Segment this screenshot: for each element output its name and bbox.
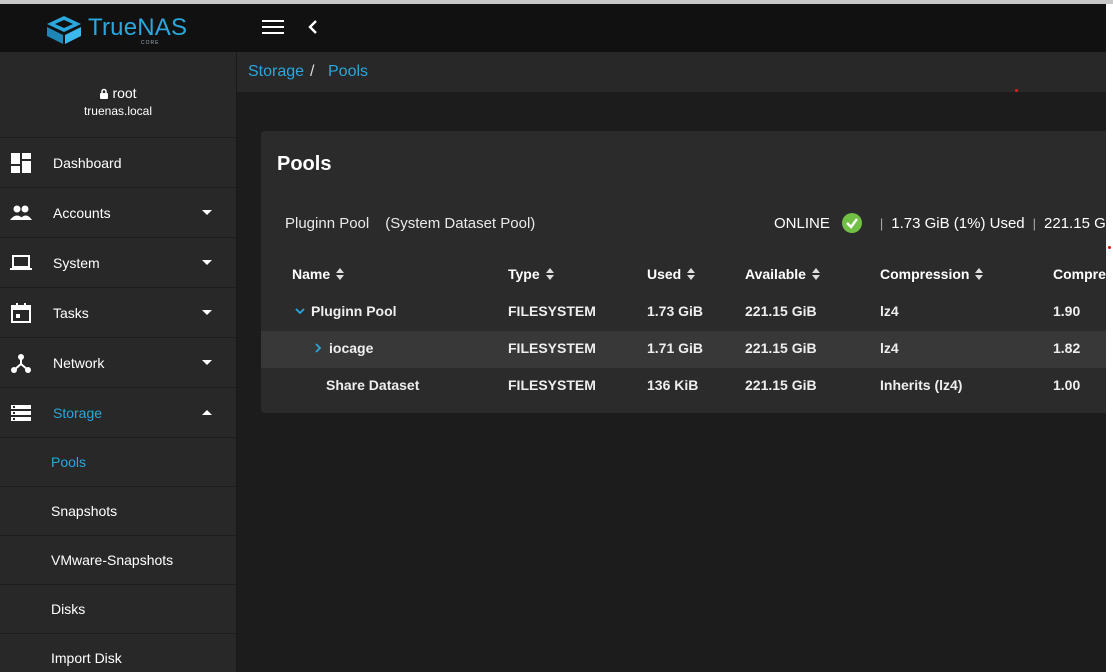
pool-used: 1.73 GiB (1%) Used bbox=[891, 214, 1025, 232]
pool-free: 221.15 GiB F bbox=[1044, 214, 1106, 232]
chevron-right-icon[interactable] bbox=[313, 343, 323, 353]
sidebar: root truenas.local Dashboard Accounts Sy… bbox=[0, 52, 237, 672]
row-used-cell: 1.73 GiB bbox=[647, 303, 704, 319]
calendar-icon bbox=[11, 303, 31, 323]
sidebar-subitem-disks[interactable]: Disks bbox=[0, 585, 236, 634]
status-badge: ONLINE bbox=[774, 214, 830, 232]
row-name-cell: iocage bbox=[313, 340, 373, 356]
table-header: Name Type Used Available Compression Com… bbox=[285, 257, 1106, 294]
sidebar-item-label: Accounts bbox=[53, 204, 111, 221]
sidebar-subitem-import-disk[interactable]: Import Disk bbox=[0, 634, 236, 672]
sort-icon[interactable] bbox=[336, 268, 346, 280]
truenas-logo-icon bbox=[47, 16, 81, 44]
row-name-cell: Pluginn Pool bbox=[295, 303, 397, 319]
col-available-header[interactable]: Available bbox=[745, 266, 822, 282]
row-used-cell: 1.71 GiB bbox=[647, 340, 704, 356]
breadcrumb-storage-link[interactable]: Storage bbox=[248, 63, 304, 81]
datasets-table: Name Type Used Available Compression Com… bbox=[261, 257, 1106, 405]
window-top-edge bbox=[0, 0, 1113, 4]
divider: | bbox=[879, 215, 884, 231]
pools-card: Pools Pluginn Pool (System Dataset Pool) … bbox=[261, 131, 1106, 413]
divider: | bbox=[1032, 215, 1037, 231]
sidebar-item-accounts[interactable]: Accounts bbox=[0, 188, 236, 238]
row-available-cell: 221.15 GiB bbox=[745, 303, 817, 319]
row-name-cell: Share Dataset bbox=[326, 377, 420, 393]
sidebar-item-storage[interactable]: Storage bbox=[0, 388, 236, 438]
sort-icon[interactable] bbox=[545, 268, 556, 280]
col-name-header[interactable]: Name bbox=[292, 266, 346, 282]
user-panel: root truenas.local bbox=[0, 52, 236, 138]
table-row[interactable]: Pluginn Pool FILESYSTEM 1.73 GiB 221.15 … bbox=[285, 294, 1106, 331]
lock-icon bbox=[100, 88, 109, 99]
chevron-down-icon[interactable] bbox=[202, 260, 212, 265]
breadcrumb-pools-link[interactable]: Pools bbox=[328, 63, 368, 81]
row-available-cell: 221.15 GiB bbox=[745, 377, 817, 393]
brand-edition: CORE bbox=[141, 40, 160, 46]
table-row[interactable]: Share Dataset FILESYSTEM 136 KiB 221.15 … bbox=[285, 368, 1106, 405]
storage-icon bbox=[11, 405, 31, 421]
chevron-down-icon[interactable] bbox=[295, 306, 305, 316]
pool-header: Pluginn Pool (System Dataset Pool) bbox=[285, 215, 535, 232]
row-compression-cell: lz4 bbox=[880, 340, 899, 356]
pool-note: (System Dataset Pool) bbox=[385, 215, 536, 232]
artifact-dot bbox=[1108, 246, 1111, 249]
row-type-cell: FILESYSTEM bbox=[508, 377, 596, 393]
sidebar-item-label: Dashboard bbox=[53, 154, 122, 171]
row-type-cell: FILESYSTEM bbox=[508, 303, 596, 319]
sidebar-item-label: Network bbox=[53, 354, 105, 371]
sidebar-item-label: System bbox=[53, 254, 100, 271]
people-icon bbox=[10, 205, 32, 220]
page-title: Pools bbox=[277, 153, 332, 175]
chevron-down-icon[interactable] bbox=[202, 210, 212, 215]
user-name-row: root bbox=[0, 52, 236, 101]
app-frame: TrueNAS CORE root truenas.local Dashboar… bbox=[0, 0, 1106, 672]
sidebar-item-system[interactable]: System bbox=[0, 238, 236, 288]
truenas-logo[interactable]: TrueNAS CORE bbox=[46, 13, 187, 47]
sidebar-item-label: Storage bbox=[53, 404, 103, 421]
host-name: truenas.local bbox=[83, 104, 153, 118]
pool-name: Pluginn Pool bbox=[285, 215, 370, 232]
col-type-header[interactable]: Type bbox=[508, 266, 556, 282]
sort-icon[interactable] bbox=[975, 268, 985, 280]
sidebar-subitem-pools[interactable]: Pools bbox=[0, 438, 236, 487]
sidebar-subitem-vmware-snapshots[interactable]: VMware-Snapshots bbox=[0, 536, 236, 585]
chevron-down-icon[interactable] bbox=[202, 310, 212, 315]
chevron-down-icon[interactable] bbox=[202, 360, 212, 365]
row-used-cell: 136 KiB bbox=[647, 377, 699, 393]
dashboard-icon bbox=[11, 153, 31, 173]
row-available-cell: 221.15 GiB bbox=[745, 340, 817, 356]
user-name: root bbox=[112, 85, 137, 101]
row-type-cell: FILESYSTEM bbox=[508, 340, 596, 356]
row-ratio-cell: 1.90 bbox=[1053, 303, 1081, 319]
check-circle-icon bbox=[841, 213, 862, 233]
chevron-left-icon[interactable] bbox=[304, 15, 322, 39]
breadcrumb-separator: / bbox=[310, 63, 315, 80]
sort-icon[interactable] bbox=[687, 268, 697, 280]
breadcrumb: Storage / Pools bbox=[237, 52, 1106, 92]
sidebar-subitem-snapshots[interactable]: Snapshots bbox=[0, 487, 236, 536]
sidebar-item-tasks[interactable]: Tasks bbox=[0, 288, 236, 338]
col-ratio-header[interactable]: Compres bbox=[1053, 266, 1106, 282]
laptop-icon bbox=[10, 255, 32, 270]
top-bar: TrueNAS CORE bbox=[0, 4, 1106, 52]
pool-status: ONLINE | 1.73 GiB (1%) Used | 221.15 GiB… bbox=[774, 213, 1106, 233]
hamburger-menu-icon[interactable] bbox=[262, 16, 284, 38]
sidebar-item-dashboard[interactable]: Dashboard bbox=[0, 138, 236, 188]
row-compression-cell: lz4 bbox=[880, 303, 899, 319]
row-compression-cell: Inherits (lz4) bbox=[880, 377, 963, 393]
row-ratio-cell: 1.00 bbox=[1053, 377, 1081, 393]
sort-icon[interactable] bbox=[811, 268, 822, 280]
sidebar-item-label: Tasks bbox=[53, 304, 89, 321]
col-compression-header[interactable]: Compression bbox=[880, 266, 985, 282]
table-row[interactable]: iocage FILESYSTEM 1.71 GiB 221.15 GiB lz… bbox=[261, 331, 1106, 368]
col-used-header[interactable]: Used bbox=[647, 266, 697, 282]
brand-name: TrueNAS bbox=[88, 14, 188, 41]
artifact-dot bbox=[1015, 89, 1018, 92]
sidebar-item-network[interactable]: Network bbox=[0, 338, 236, 388]
network-icon bbox=[11, 354, 31, 373]
row-ratio-cell: 1.82 bbox=[1053, 340, 1081, 356]
chevron-up-icon[interactable] bbox=[202, 410, 212, 415]
